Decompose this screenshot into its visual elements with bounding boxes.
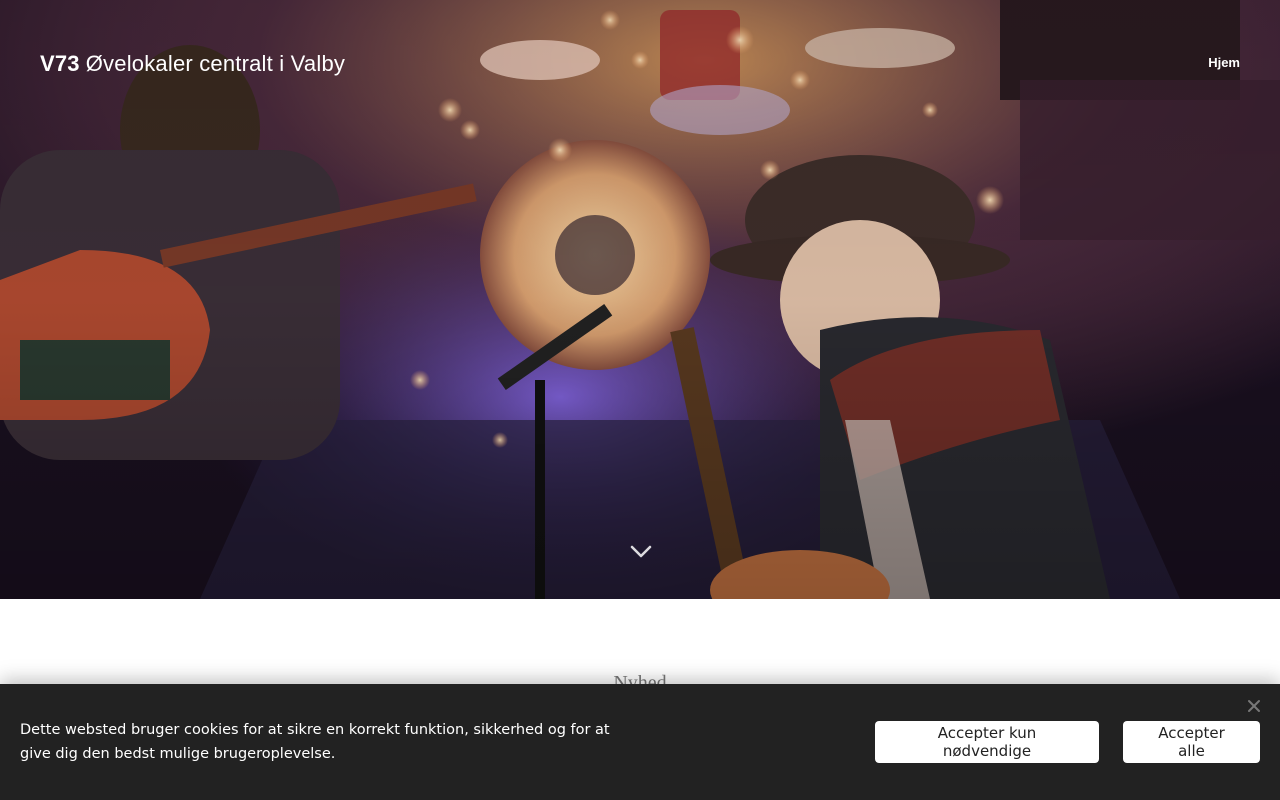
accept-all-button[interactable]: Accepter alle (1123, 721, 1260, 763)
site-brand[interactable]: V73 Øvelokaler centralt i Valby (40, 50, 345, 78)
chevron-down-icon (630, 545, 652, 558)
cookie-banner-text: Dette websted bruger cookies for at sikr… (20, 722, 610, 762)
cookie-banner: Dette websted bruger cookies for at sikr… (0, 684, 1280, 800)
hero-section: V73 Øvelokaler centralt i Valby Hjem (0, 0, 1280, 599)
brand-name: V73 (40, 51, 80, 76)
accept-necessary-button[interactable]: Accepter kun nødvendige (875, 721, 1099, 763)
nav-link-home[interactable]: Hjem (1208, 55, 1240, 70)
close-icon (1248, 700, 1260, 712)
hero-overlay (0, 0, 1280, 599)
scroll-down-button[interactable] (628, 540, 654, 564)
cookie-close-button[interactable] (1246, 698, 1262, 714)
brand-tagline: Øvelokaler centralt i Valby (85, 51, 346, 76)
